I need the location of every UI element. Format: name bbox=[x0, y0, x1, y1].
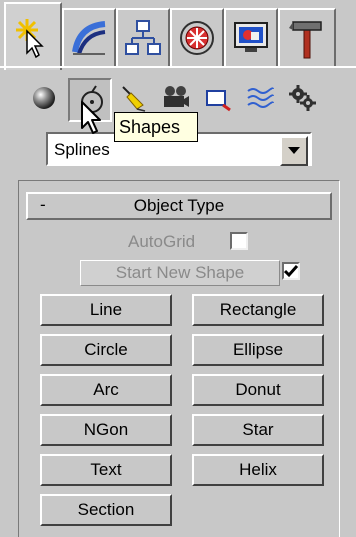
tab-hierarchy[interactable] bbox=[116, 8, 170, 68]
autogrid-checkbox[interactable] bbox=[230, 232, 248, 250]
tab-modify[interactable] bbox=[62, 8, 116, 68]
star-button[interactable]: Star bbox=[192, 414, 324, 446]
space-warps-icon bbox=[247, 87, 274, 108]
dropdown-arrow-button[interactable] bbox=[280, 136, 308, 166]
rollout-title: Object Type bbox=[133, 196, 225, 215]
tab-strip-end bbox=[336, 8, 356, 66]
hierarchy-icon bbox=[125, 20, 161, 55]
tab-motion[interactable] bbox=[170, 8, 224, 68]
create-icon bbox=[16, 19, 44, 59]
category-space-warps[interactable] bbox=[240, 78, 280, 118]
modify-icon bbox=[72, 21, 106, 55]
tab-utilities[interactable] bbox=[278, 8, 336, 68]
tab-display[interactable] bbox=[224, 8, 278, 68]
tab-divider bbox=[0, 66, 356, 68]
category-geometry[interactable] bbox=[24, 78, 64, 118]
mouse-pointer-icon bbox=[81, 101, 101, 134]
line-button[interactable]: Line bbox=[40, 294, 172, 326]
cameras-icon bbox=[164, 86, 189, 107]
ngon-button[interactable]: NGon bbox=[40, 414, 172, 446]
systems-icon bbox=[289, 85, 316, 111]
category-systems[interactable] bbox=[282, 78, 322, 118]
donut-button[interactable]: Donut bbox=[192, 374, 324, 406]
start-new-shape-checkbox[interactable] bbox=[282, 262, 300, 280]
command-panel-tabs bbox=[0, 0, 356, 70]
helpers-icon bbox=[206, 90, 231, 112]
lights-icon bbox=[122, 86, 146, 112]
triangle-down-icon bbox=[288, 147, 300, 154]
checkmark-icon bbox=[284, 265, 298, 278]
dropdown-value: Splines bbox=[54, 140, 110, 159]
geometry-icon bbox=[33, 87, 55, 109]
section-button[interactable]: Section bbox=[40, 494, 172, 526]
text-button[interactable]: Text bbox=[40, 454, 172, 486]
circle-button[interactable]: Circle bbox=[40, 334, 172, 366]
utilities-icon bbox=[289, 21, 322, 59]
tab-create[interactable] bbox=[4, 2, 62, 70]
tooltip: Shapes bbox=[114, 112, 198, 142]
start-new-shape-button[interactable]: Start New Shape bbox=[80, 260, 280, 286]
rollout-header[interactable]: - Object Type bbox=[26, 192, 332, 220]
motion-icon bbox=[180, 21, 214, 55]
display-icon bbox=[234, 22, 268, 52]
rectangle-button[interactable]: Rectangle bbox=[192, 294, 324, 326]
ellipse-button[interactable]: Ellipse bbox=[192, 334, 324, 366]
helix-button[interactable]: Helix bbox=[192, 454, 324, 486]
autogrid-label: AutoGrid bbox=[128, 232, 196, 251]
arc-button[interactable]: Arc bbox=[40, 374, 172, 406]
category-helpers[interactable] bbox=[198, 78, 238, 118]
